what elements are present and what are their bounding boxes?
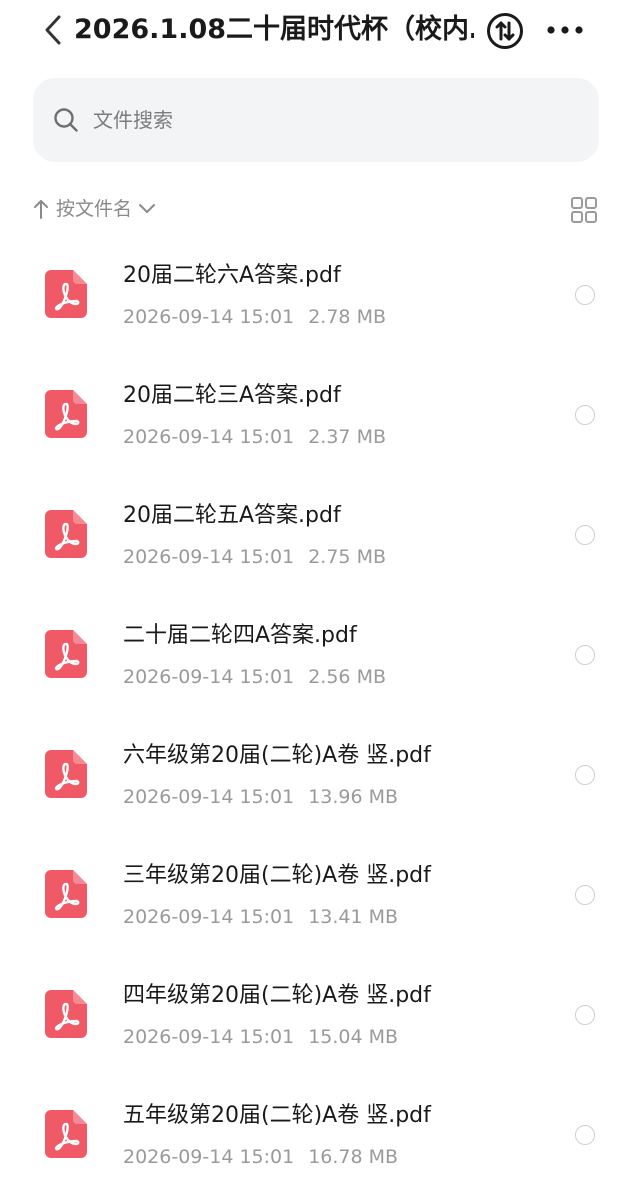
file-list-item[interactable]: 20届二轮三A答案.pdf 2026-09-14 15:01 2.37 MB: [0, 356, 632, 476]
file-meta: 2026-09-14 15:01 13.41 MB: [123, 902, 398, 932]
pdf-file-icon: [45, 1110, 87, 1158]
select-checkbox[interactable]: [575, 285, 595, 305]
select-checkbox[interactable]: [575, 765, 595, 785]
select-checkbox[interactable]: [575, 1005, 595, 1025]
chevron-down-icon: [139, 204, 156, 213]
file-list-item[interactable]: 三年级第20届(二轮)A卷 竖.pdf 2026-09-14 15:01 13.4…: [0, 836, 632, 956]
select-checkbox[interactable]: [575, 1125, 595, 1145]
file-size: 2.75 MB: [308, 546, 386, 568]
file-list-item[interactable]: 20届二轮五A答案.pdf 2026-09-14 15:01 2.75 MB: [0, 476, 632, 596]
pdf-file-icon: [45, 510, 87, 558]
sort-order-button[interactable]: [486, 12, 524, 50]
file-date: 2026-09-14 15:01: [123, 426, 295, 448]
file-name: 四年级第20届(二轮)A卷 竖.pdf: [123, 983, 431, 1008]
file-name: 20届二轮六A答案.pdf: [123, 263, 341, 288]
pdf-file-icon: [45, 990, 87, 1038]
file-meta: 2026-09-14 15:01 2.75 MB: [123, 542, 386, 572]
file-date: 2026-09-14 15:01: [123, 666, 295, 688]
file-meta: 2026-09-14 15:01 13.96 MB: [123, 782, 398, 812]
file-size: 15.04 MB: [308, 1026, 399, 1048]
select-checkbox[interactable]: [575, 525, 595, 545]
file-meta: 2026-09-14 15:01 15.04 MB: [123, 1022, 398, 1052]
file-meta: 2026-09-14 15:01 2.56 MB: [123, 662, 386, 692]
file-name: 六年级第20届(二轮)A卷 竖.pdf: [123, 743, 431, 768]
chevron-left-icon: [45, 15, 61, 45]
file-date: 2026-09-14 15:01: [123, 546, 295, 568]
arrow-up-icon: [34, 200, 48, 219]
file-meta: 2026-09-14 15:01 16.78 MB: [123, 1142, 398, 1172]
file-name: 20届二轮三A答案.pdf: [123, 383, 341, 408]
more-dots-icon: [547, 26, 583, 34]
file-list-item[interactable]: 二十届二轮四A答案.pdf 2026-09-14 15:01 2.56 MB: [0, 596, 632, 716]
file-meta: 2026-09-14 15:01 2.78 MB: [123, 302, 386, 332]
file-size: 2.78 MB: [308, 306, 386, 328]
file-browser-screen: 2026.1.08二十届时代杯（校内… 文件搜索 按文件名 20届二轮六A答案.…: [0, 0, 632, 1200]
back-button[interactable]: [36, 12, 70, 48]
file-date: 2026-09-14 15:01: [123, 1146, 295, 1168]
file-name: 五年级第20届(二轮)A卷 竖.pdf: [123, 1103, 431, 1128]
file-list-item[interactable]: 20届二轮六A答案.pdf 2026-09-14 15:01 2.78 MB: [0, 236, 632, 356]
view-toggle-button[interactable]: [570, 196, 598, 224]
file-size: 2.56 MB: [308, 666, 386, 688]
file-size: 13.96 MB: [308, 786, 399, 808]
sort-label: 按文件名: [56, 198, 133, 220]
file-date: 2026-09-14 15:01: [123, 1026, 295, 1048]
file-list-item[interactable]: 四年级第20届(二轮)A卷 竖.pdf 2026-09-14 15:01 15.0…: [0, 956, 632, 1076]
select-checkbox[interactable]: [575, 885, 595, 905]
search-icon: [54, 108, 78, 132]
search-input[interactable]: 文件搜索: [33, 78, 599, 162]
top-bar: 2026.1.08二十届时代杯（校内…: [0, 0, 632, 60]
select-checkbox[interactable]: [575, 645, 595, 665]
sort-by-name-button[interactable]: 按文件名: [32, 192, 156, 226]
grid-view-icon: [571, 197, 597, 223]
select-checkbox[interactable]: [575, 405, 595, 425]
file-date: 2026-09-14 15:01: [123, 306, 295, 328]
file-name: 20届二轮五A答案.pdf: [123, 503, 341, 528]
file-name: 三年级第20届(二轮)A卷 竖.pdf: [123, 863, 431, 888]
more-button[interactable]: [540, 12, 590, 48]
file-name: 二十届二轮四A答案.pdf: [123, 623, 357, 648]
pdf-file-icon: [45, 870, 87, 918]
file-date: 2026-09-14 15:01: [123, 786, 295, 808]
pdf-file-icon: [45, 390, 87, 438]
file-list: 20届二轮六A答案.pdf 2026-09-14 15:01 2.78 MB 20…: [0, 236, 632, 1196]
page-title: 2026.1.08二十届时代杯（校内…: [74, 14, 474, 45]
file-list-item[interactable]: 六年级第20届(二轮)A卷 竖.pdf 2026-09-14 15:01 13.9…: [0, 716, 632, 836]
pdf-file-icon: [45, 750, 87, 798]
sort-updown-circle-icon: [487, 13, 523, 49]
file-meta: 2026-09-14 15:01 2.37 MB: [123, 422, 386, 452]
file-list-item[interactable]: 五年级第20届(二轮)A卷 竖.pdf 2026-09-14 15:01 16.7…: [0, 1076, 632, 1196]
file-date: 2026-09-14 15:01: [123, 906, 295, 928]
pdf-file-icon: [45, 270, 87, 318]
file-size: 2.37 MB: [308, 426, 386, 448]
file-size: 13.41 MB: [308, 906, 399, 928]
file-size: 16.78 MB: [308, 1146, 399, 1168]
pdf-file-icon: [45, 630, 87, 678]
search-placeholder: 文件搜索: [93, 108, 173, 132]
